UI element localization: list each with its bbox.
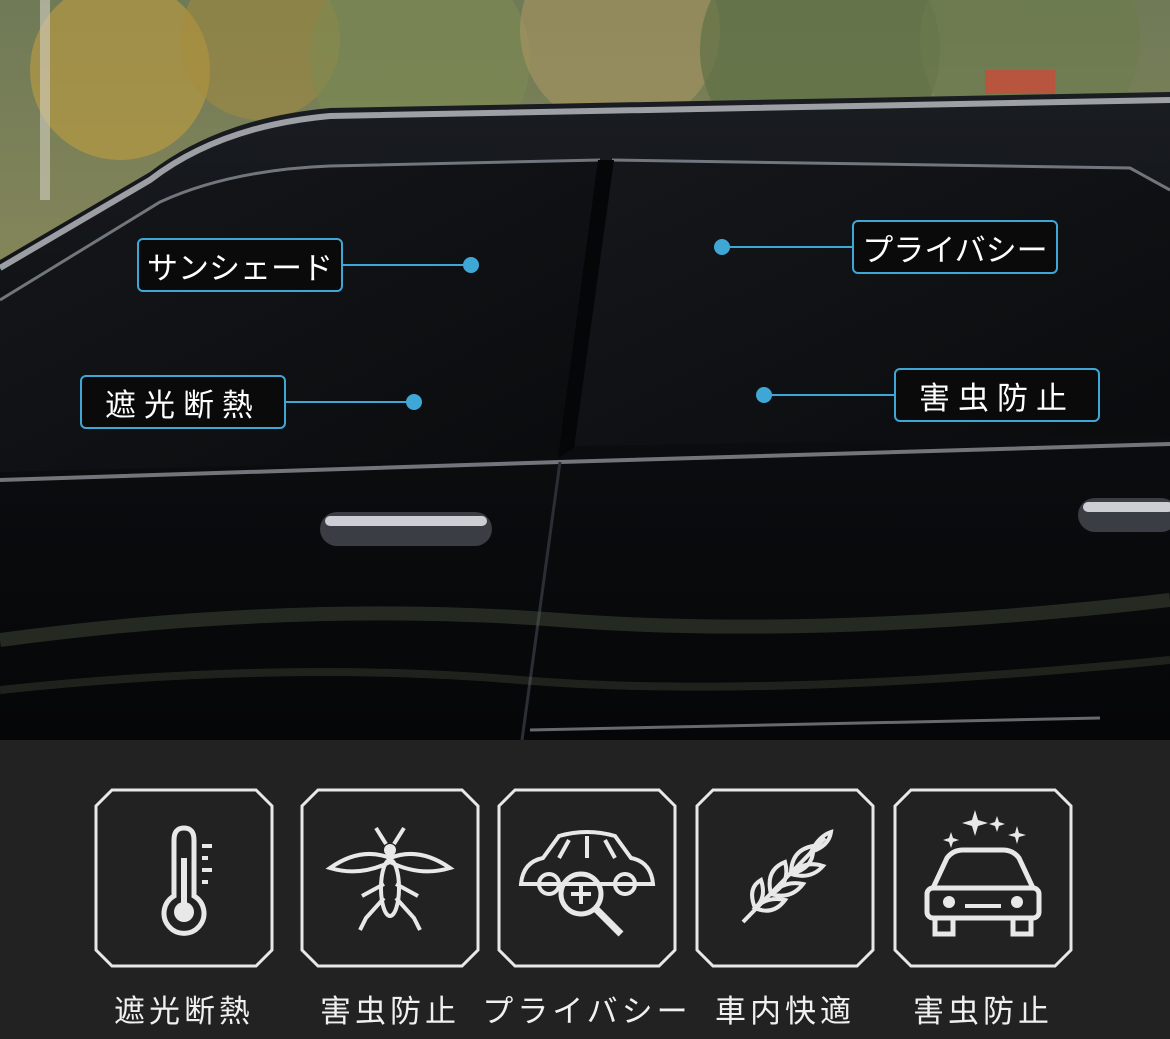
feature-light-heat: 遮光断熱: [94, 788, 274, 1030]
feature-label: プライバシー: [482, 994, 692, 1030]
callout-line: [343, 264, 467, 266]
car-privacy-icon: [497, 788, 677, 968]
feature-label: 遮光断熱: [114, 994, 254, 1030]
feature-clean: 害虫防止: [893, 788, 1073, 1030]
callout-line: [766, 394, 894, 396]
feature-panel: 遮光断熱 害虫防止 プライバシー 車内快適 害虫防止: [0, 740, 1170, 1039]
callout-line: [724, 246, 852, 248]
feature-privacy: プライバシー: [482, 788, 688, 1030]
feature-label: 車内快適: [715, 994, 855, 1030]
thermometer-icon: [94, 788, 274, 968]
callout-light-heat-label: 遮光断熱: [80, 375, 286, 429]
callout-dot: [463, 257, 479, 273]
mosquito-icon: [300, 788, 480, 968]
sparkling-car-icon: [893, 788, 1073, 968]
callout-sunshade-label: サンシェード: [137, 238, 343, 292]
feature-comfort: 車内快適: [695, 788, 875, 1030]
callout-insect-label: 害虫防止: [894, 368, 1100, 422]
leaf-icon: [695, 788, 875, 968]
callout-dot: [406, 394, 422, 410]
product-banner: サンシェード プライバシー 遮光断熱 害虫防止 遮光断熱 害虫防止 プライバシー…: [0, 0, 1170, 1039]
feature-label: 害虫防止: [913, 994, 1053, 1030]
callout-privacy-label: プライバシー: [852, 220, 1058, 274]
feature-label: 害虫防止: [320, 994, 460, 1030]
callout-line: [286, 401, 410, 403]
feature-insect: 害虫防止: [300, 788, 480, 1030]
